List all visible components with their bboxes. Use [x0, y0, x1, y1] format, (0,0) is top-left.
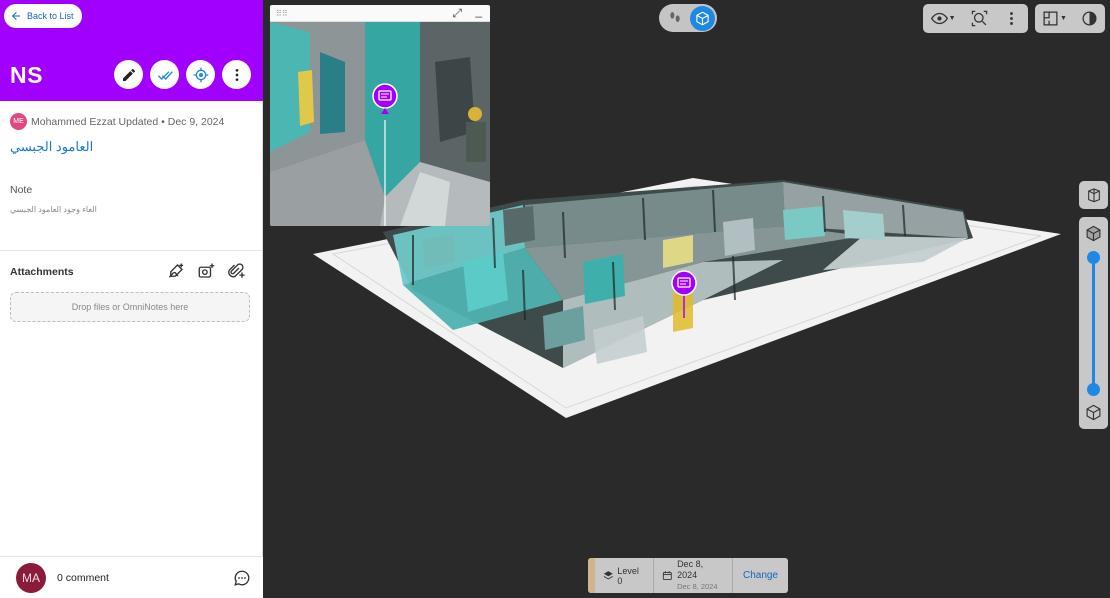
drag-handle-icon[interactable]: ⠿⠿: [276, 9, 288, 18]
panorama-inset[interactable]: ⠿⠿ ⤢ _: [270, 5, 490, 226]
panel-header: Back to List NS: [0, 0, 263, 101]
back-to-list-button[interactable]: Back to List: [4, 4, 82, 28]
view-mode-toggle: [659, 4, 717, 32]
locate-button[interactable]: [186, 60, 215, 89]
level-accent: [588, 558, 595, 593]
pencil-icon: [122, 68, 135, 81]
header-actions: [114, 60, 251, 89]
contrast-icon: [1082, 11, 1097, 26]
3d-mode-button[interactable]: [690, 5, 715, 31]
slider-upper-handle[interactable]: [1087, 251, 1100, 264]
view-more-button[interactable]: [1003, 10, 1020, 27]
item-title: NS: [10, 62, 43, 88]
detail-panel: Back to List NS ME Mohammed Ezzat Update…: [0, 0, 263, 598]
visibility-menu[interactable]: ▼: [930, 10, 956, 27]
contrast-button[interactable]: [1081, 10, 1098, 27]
date-block: Dec 8, 2024 Dec 8, 2024: [677, 559, 724, 592]
date-selector[interactable]: Dec 8, 2024 Dec 8, 2024: [654, 558, 732, 593]
compare-date: Dec 8, 2024: [677, 582, 718, 591]
attach-icon: [228, 263, 245, 278]
add-photo-icon: [198, 263, 215, 278]
chevron-down-icon: ▼: [948, 15, 956, 22]
change-date-button[interactable]: Change: [733, 570, 788, 581]
walkthrough-mode-button[interactable]: [665, 8, 685, 28]
level-label: Level 0: [617, 565, 639, 586]
chat-icon[interactable]: [233, 569, 251, 587]
add-markup-button[interactable]: [166, 262, 186, 280]
user-avatar: MA: [16, 563, 46, 593]
layout-toolbar: ▼: [1035, 4, 1105, 33]
floor-plan-icon: [1043, 11, 1058, 26]
divider: [0, 250, 262, 251]
layers-icon: [603, 571, 613, 580]
comment-count[interactable]: 0 comment: [57, 572, 109, 584]
zoom-fit-icon: [971, 10, 988, 27]
cube-top-icon: [1086, 225, 1101, 242]
eye-icon: [930, 12, 948, 25]
slider-lower-handle[interactable]: [1087, 383, 1100, 396]
floor-plan-menu[interactable]: ▼: [1042, 10, 1067, 27]
expand-icon[interactable]: ⤢: [452, 6, 462, 21]
cube-bottom-icon: [1086, 404, 1101, 421]
calendar-icon: [663, 571, 673, 580]
more-vertical-icon: [235, 68, 238, 81]
more-options-button[interactable]: [222, 60, 251, 89]
arrow-left-icon: [12, 12, 20, 20]
level-date-bar: Level 0 Dec 8, 2024 Dec 8, 2024 Change: [588, 558, 788, 593]
attachments-label: Attachments: [10, 266, 74, 278]
comments-footer: MA 0 comment: [0, 556, 263, 598]
issue-title: العامود الجبسي: [10, 139, 94, 154]
update-meta-text: Mohammed Ezzat Updated • Dec 9, 2024: [31, 115, 225, 128]
attach-file-button[interactable]: [226, 262, 246, 280]
more-vertical-icon: [1010, 12, 1014, 25]
back-label: Back to List: [27, 11, 74, 21]
double-check-icon: [157, 70, 173, 80]
zoom-fit-button[interactable]: [971, 10, 988, 27]
note-text: الغاء وجود العامود الجبسي: [10, 205, 97, 214]
map-view-button[interactable]: [1079, 181, 1108, 209]
minimize-icon[interactable]: _: [475, 5, 482, 18]
attachment-dropzone[interactable]: Drop files or OmniNotes here: [10, 292, 250, 322]
update-meta: ME Mohammed Ezzat Updated • Dec 9, 2024: [10, 113, 224, 130]
panorama-image[interactable]: [270, 22, 490, 226]
edit-button[interactable]: [114, 60, 143, 89]
note-label: Note: [10, 184, 33, 196]
slider-track[interactable]: [1092, 257, 1095, 389]
add-photo-button[interactable]: [196, 262, 216, 280]
panorama-toolbar: ⠿⠿ ⤢ _: [270, 5, 490, 22]
author-avatar: ME: [10, 113, 27, 130]
add-markup-icon: [168, 263, 184, 278]
view-toolbar: ▼: [923, 4, 1028, 33]
map-3d-icon: [1087, 188, 1100, 203]
attachment-actions: [166, 262, 246, 280]
resolve-button[interactable]: [150, 60, 179, 89]
cube-view-icon: [696, 11, 709, 25]
level-selector[interactable]: Level 0: [595, 558, 654, 593]
footprints-icon: [670, 12, 680, 22]
chevron-down-icon: ▼: [1060, 15, 1067, 22]
section-slider: [1079, 217, 1108, 429]
capture-date: Dec 8, 2024: [677, 559, 704, 580]
target-icon: [193, 67, 208, 82]
